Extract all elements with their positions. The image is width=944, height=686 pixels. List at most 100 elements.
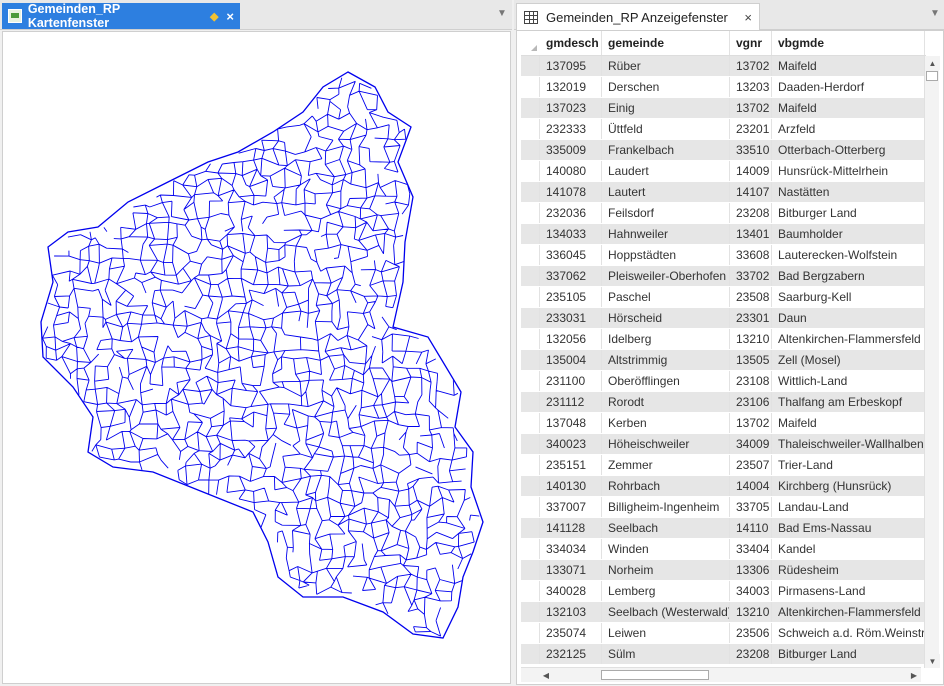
cell-gmdesch: 232036 — [540, 203, 602, 223]
cell-gmdesch: 132019 — [540, 77, 602, 97]
cell-vgnr: 23506 — [730, 623, 772, 643]
table-row[interactable]: 334034 Winden 33404 Kandel — [521, 539, 926, 560]
chevron-down-icon[interactable]: ▼ — [497, 8, 507, 19]
select-all-corner[interactable] — [521, 31, 540, 55]
cell-gmdesch: 336045 — [540, 245, 602, 265]
scroll-thumb[interactable] — [926, 71, 938, 81]
table-row[interactable]: 137048 Kerben 13702 Maifeld — [521, 413, 926, 434]
table-row[interactable]: 235151 Zemmer 23507 Trier-Land — [521, 455, 926, 476]
table-row[interactable]: 137023 Einig 13702 Maifeld — [521, 98, 926, 119]
scroll-right-icon[interactable]: ▶ — [907, 668, 921, 682]
cell-gemeinde: Rüber — [602, 56, 730, 76]
horizontal-scrollbar[interactable]: ◀ ▶ — [521, 667, 921, 682]
row-selector[interactable] — [521, 413, 540, 433]
cell-vbgmde: Thaleischweiler-Wallhalben — [772, 434, 925, 454]
row-selector[interactable] — [521, 119, 540, 139]
vertical-scrollbar[interactable]: ▲ ▼ — [924, 56, 940, 668]
table-row[interactable]: 141078 Lautert 14107 Nastätten — [521, 182, 926, 203]
row-selector[interactable] — [521, 350, 540, 370]
table-row[interactable]: 132103 Seelbach (Westerwald) 13210 Altenkir… — [521, 602, 926, 623]
table-row[interactable]: 137095 Rüber 13702 Maifeld — [521, 56, 926, 77]
row-selector[interactable] — [521, 623, 540, 643]
table-row[interactable]: 337007 Billigheim-Ingenheim 33705 Landau-La… — [521, 497, 926, 518]
table-row[interactable]: 132019 Derschen 13203 Daaden-Herdorf — [521, 77, 926, 98]
column-header-gmdesch[interactable]: gmdesch — [540, 31, 602, 55]
table-row[interactable]: 340028 Lemberg 34003 Pirmasens-Land — [521, 581, 926, 602]
row-selector[interactable] — [521, 203, 540, 223]
scroll-up-icon[interactable]: ▲ — [925, 56, 940, 70]
row-selector[interactable] — [521, 560, 540, 580]
cell-gmdesch: 340028 — [540, 581, 602, 601]
table-row[interactable]: 233031 Hörscheid 23301 Daun — [521, 308, 926, 329]
row-selector[interactable] — [521, 581, 540, 601]
row-selector[interactable] — [521, 371, 540, 391]
row-selector[interactable] — [521, 77, 540, 97]
table-row[interactable]: 235105 Paschel 23508 Saarburg-Kell — [521, 287, 926, 308]
row-selector[interactable] — [521, 140, 540, 160]
row-selector[interactable] — [521, 644, 540, 664]
cell-gmdesch: 235105 — [540, 287, 602, 307]
row-selector[interactable] — [521, 224, 540, 244]
row-selector[interactable] — [521, 497, 540, 517]
cell-gmdesch: 133071 — [540, 560, 602, 580]
map-canvas[interactable] — [2, 31, 511, 684]
row-selector[interactable] — [521, 98, 540, 118]
row-selector[interactable] — [521, 329, 540, 349]
table-row[interactable]: 140130 Rohrbach 14004 Kirchberg (Hunsrück) — [521, 476, 926, 497]
row-selector[interactable] — [521, 434, 540, 454]
row-selector[interactable] — [521, 518, 540, 538]
tab-table-window[interactable]: Gemeinden_RP Anzeigefenster × — [516, 3, 760, 30]
row-selector[interactable] — [521, 455, 540, 475]
row-selector[interactable] — [521, 392, 540, 412]
table-row[interactable]: 132056 Idelberg 13210 Altenkirchen-Flammers… — [521, 329, 926, 350]
table-row[interactable]: 232333 Üttfeld 23201 Arzfeld — [521, 119, 926, 140]
row-selector[interactable] — [521, 266, 540, 286]
row-selector[interactable] — [521, 287, 540, 307]
cell-vbgmde: Landau-Land — [772, 497, 925, 517]
column-header-vbgmde[interactable]: vbgmde — [772, 31, 925, 55]
row-selector[interactable] — [521, 476, 540, 496]
cell-vbgmde: Kandel — [772, 539, 925, 559]
grid-icon — [524, 10, 538, 24]
row-selector[interactable] — [521, 245, 540, 265]
cell-gmdesch: 231100 — [540, 371, 602, 391]
row-selector[interactable] — [521, 539, 540, 559]
cell-gemeinde: Hörscheid — [602, 308, 730, 328]
row-selector[interactable] — [521, 56, 540, 76]
table-row[interactable]: 337062 Pleisweiler-Oberhofen 33702 Bad Berg… — [521, 266, 926, 287]
row-selector[interactable] — [521, 602, 540, 622]
table-body: 137095 Rüber 13702 Maifeld 132019 Derschen 132… — [521, 56, 926, 668]
scroll-left-icon[interactable]: ◀ — [539, 668, 553, 682]
column-header-vgnr[interactable]: vgnr — [730, 31, 772, 55]
table-row[interactable]: 231112 Rorodt 23106 Thalfang am Erbeskopf — [521, 392, 926, 413]
cell-gmdesch: 231112 — [540, 392, 602, 412]
cell-vbgmde: Wittlich-Land — [772, 371, 925, 391]
chevron-down-icon[interactable]: ▼ — [930, 8, 940, 19]
column-header-gemeinde[interactable]: gemeinde — [602, 31, 730, 55]
diamond-pin-icon[interactable]: ◆ — [210, 10, 218, 23]
cell-vgnr: 13306 — [730, 560, 772, 580]
scroll-down-icon[interactable]: ▼ — [925, 654, 940, 668]
row-selector[interactable] — [521, 161, 540, 181]
table-row[interactable]: 340023 Höheischweiler 34009 Thaleischweiler… — [521, 434, 926, 455]
table-row[interactable]: 336045 Hoppstädten 33608 Lauterecken-Wolfst… — [521, 245, 926, 266]
table-row[interactable]: 135004 Altstrimmig 13505 Zell (Mosel) — [521, 350, 926, 371]
cell-gmdesch: 337007 — [540, 497, 602, 517]
cell-gmdesch: 232333 — [540, 119, 602, 139]
table-row[interactable]: 133071 Norheim 13306 Rüdesheim — [521, 560, 926, 581]
table-row[interactable]: 140080 Laudert 14009 Hunsrück-Mittelrhein — [521, 161, 926, 182]
table-row[interactable]: 335009 Frankelbach 33510 Otterbach-Otterber… — [521, 140, 926, 161]
map-tab-title: Gemeinden_RP Kartenfenster — [27, 2, 120, 30]
table-row[interactable]: 231100 Oberöfflingen 23108 Wittlich-Land — [521, 371, 926, 392]
table-row[interactable]: 232036 Feilsdorf 23208 Bitburger Land — [521, 203, 926, 224]
table-row[interactable]: 141128 Seelbach 14110 Bad Ems-Nassau — [521, 518, 926, 539]
row-selector[interactable] — [521, 308, 540, 328]
table-row[interactable]: 134033 Hahnweiler 13401 Baumholder — [521, 224, 926, 245]
scroll-thumb-horizontal[interactable] — [601, 670, 709, 680]
tab-map-window[interactable]: Gemeinden_RP Kartenfenster ◆ × — [2, 2, 240, 30]
row-selector[interactable] — [521, 182, 540, 202]
table-row[interactable]: 232125 Sülm 23208 Bitburger Land — [521, 644, 926, 665]
close-icon[interactable]: × — [226, 9, 234, 24]
close-icon[interactable]: × — [744, 10, 752, 25]
table-row[interactable]: 235074 Leiwen 23506 Schweich a.d. Röm.Weins… — [521, 623, 926, 644]
